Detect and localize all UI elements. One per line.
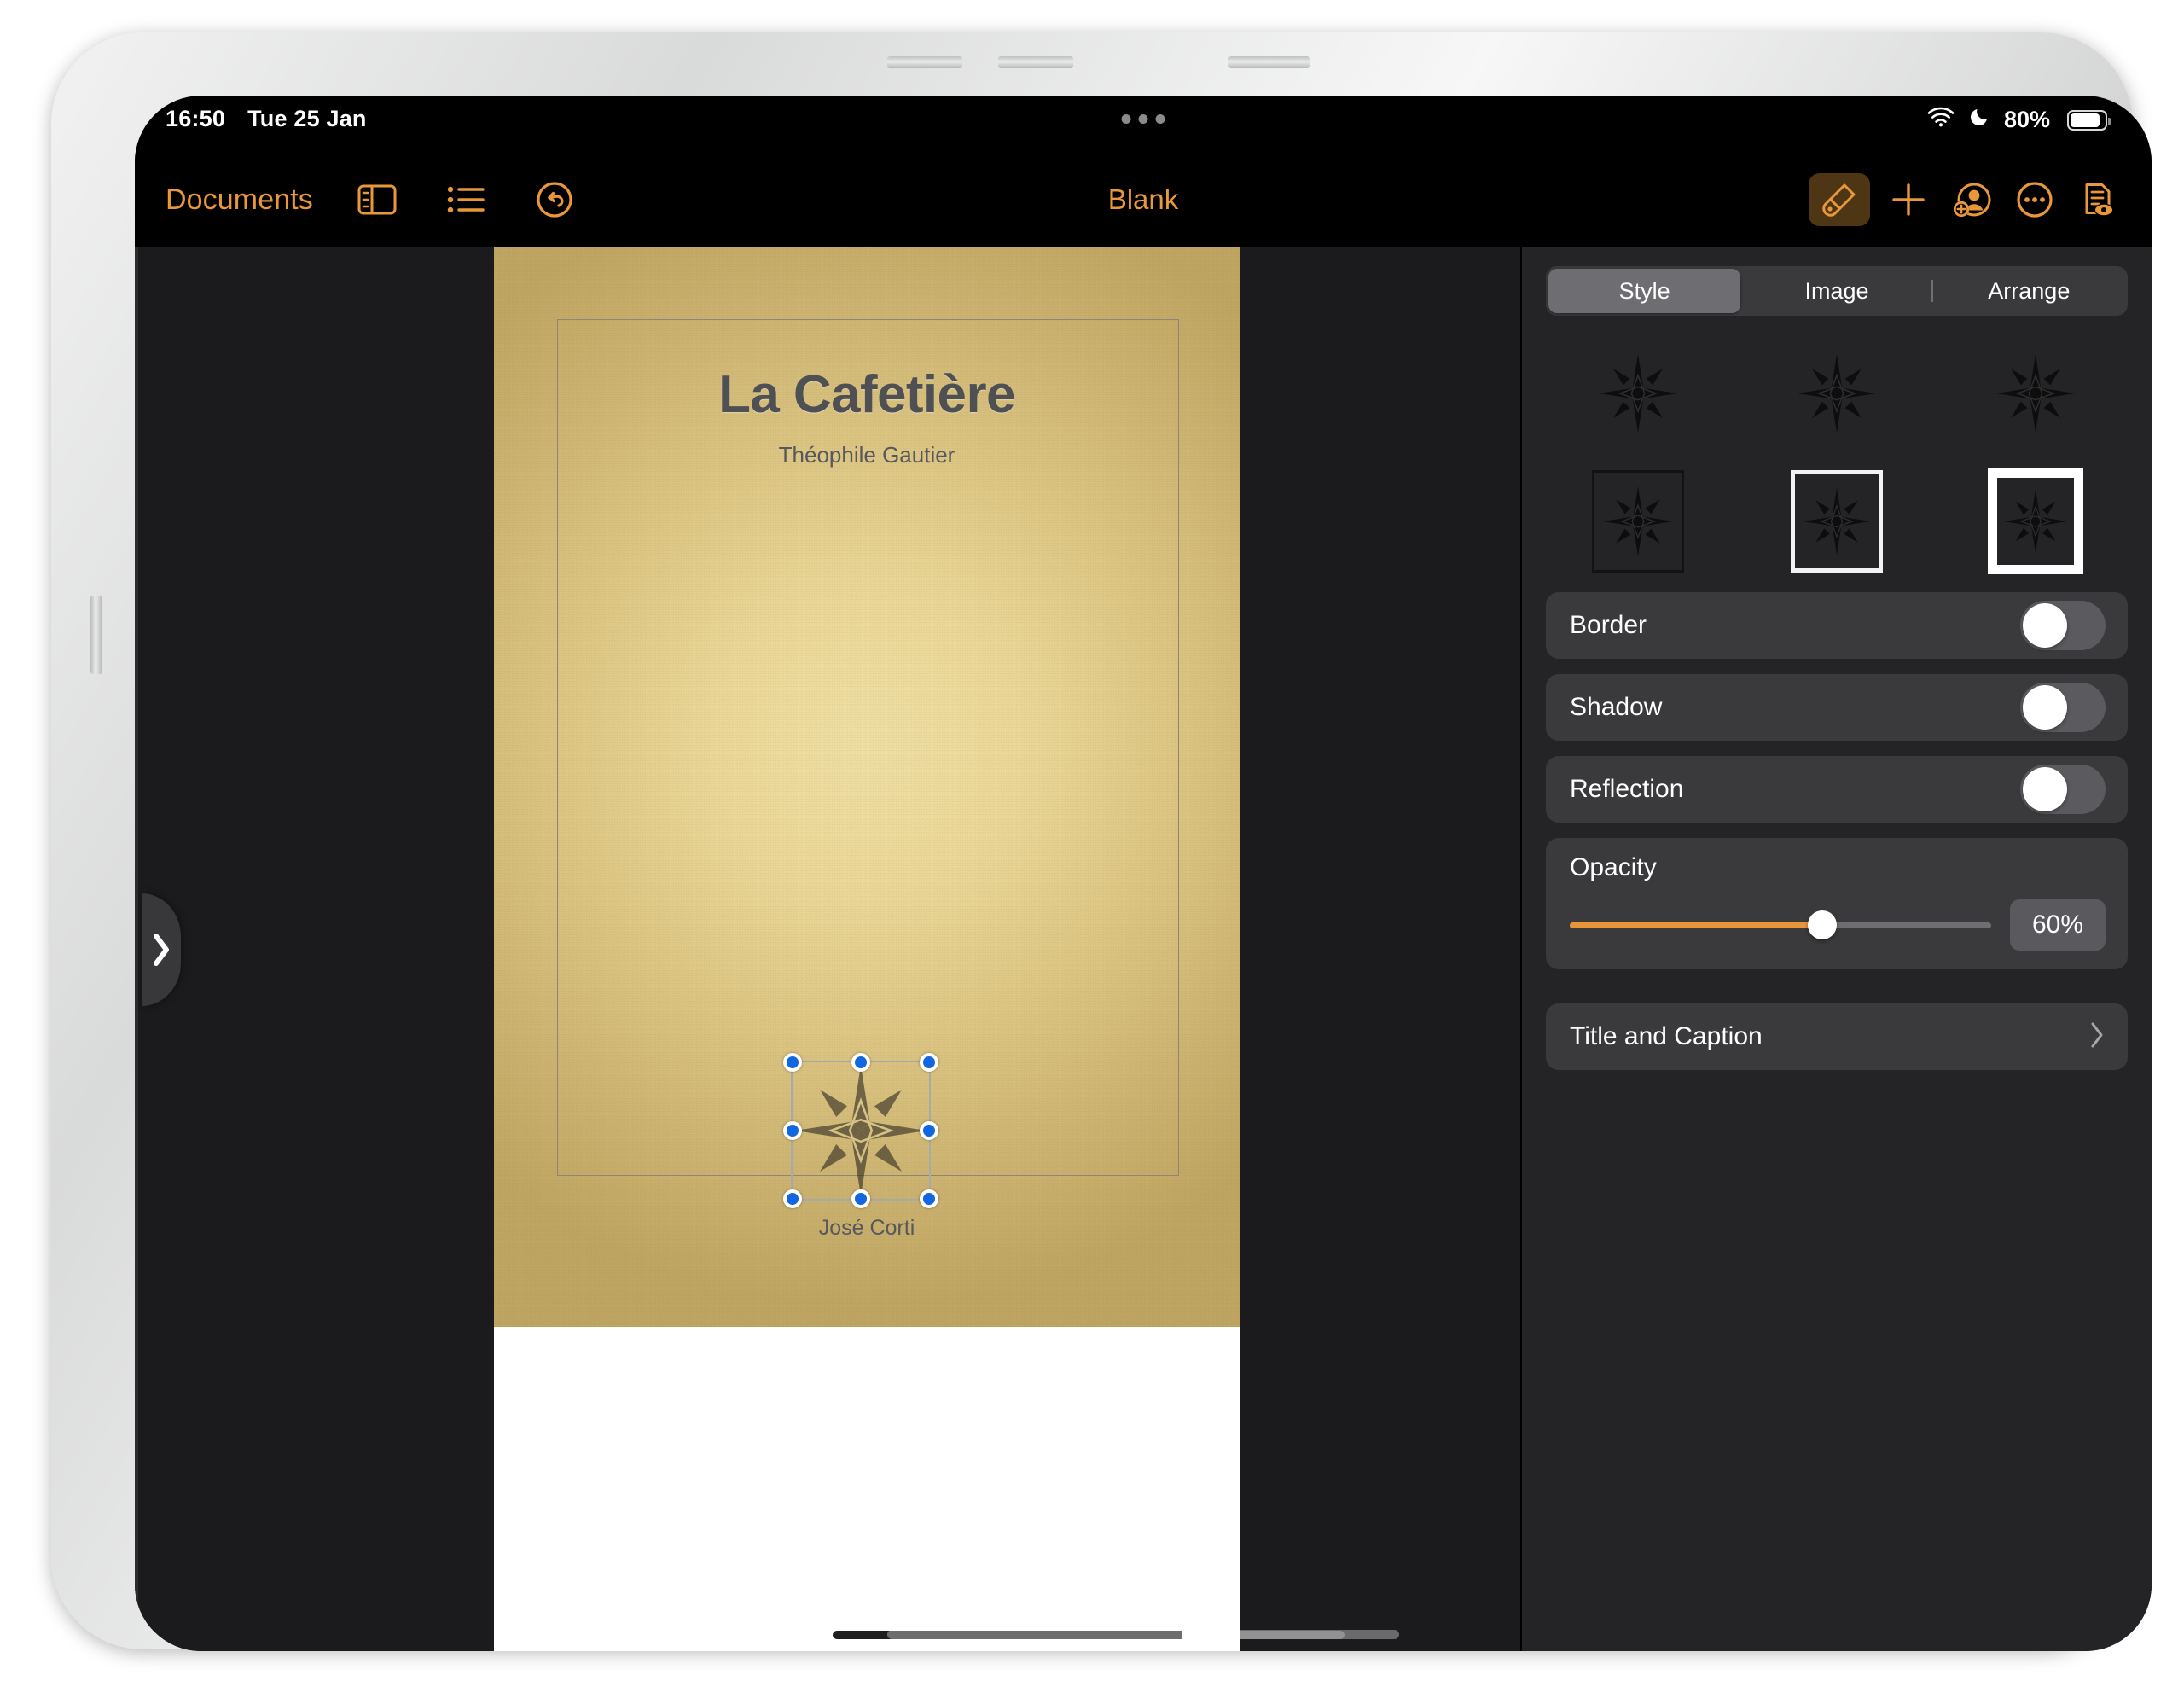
sidebar-reveal-tab[interactable] bbox=[142, 893, 181, 1006]
multitask-handle[interactable] bbox=[1121, 114, 1165, 124]
wifi-icon bbox=[1927, 107, 1955, 133]
ellipsis-circle-icon[interactable] bbox=[2010, 175, 2059, 224]
volume-down-button[interactable] bbox=[998, 56, 1073, 68]
toolbar-left-group: Documents bbox=[166, 152, 579, 247]
reflection-label: Reflection bbox=[1570, 775, 1684, 803]
status-bar: 16:50 Tue 25 Jan 80% bbox=[135, 96, 2152, 152]
image-caption[interactable]: José Corti bbox=[494, 1216, 1240, 1241]
paintbrush-icon[interactable] bbox=[1809, 173, 1870, 226]
tab-arrange[interactable]: Arrange bbox=[1933, 269, 2125, 313]
sidebar-toggle-icon[interactable] bbox=[352, 175, 402, 224]
opacity-value[interactable]: 60% bbox=[2010, 899, 2106, 951]
battery-icon bbox=[2067, 109, 2111, 131]
undo-icon[interactable] bbox=[530, 175, 579, 224]
style-presets-grid bbox=[1546, 338, 2128, 577]
plus-icon[interactable] bbox=[1884, 175, 1933, 224]
border-label: Border bbox=[1570, 611, 1647, 639]
reflection-toggle[interactable] bbox=[2020, 765, 2106, 814]
selection-bounding-box bbox=[783, 1053, 938, 1208]
resize-handle-top-left[interactable] bbox=[783, 1053, 802, 1072]
title-and-caption-row[interactable]: Title and Caption bbox=[1546, 1003, 2128, 1070]
power-button[interactable] bbox=[1228, 56, 1310, 68]
compass-rose-image[interactable] bbox=[783, 1053, 938, 1208]
status-bar-right: 80% bbox=[1927, 107, 2111, 133]
opacity-card: Opacity 60% bbox=[1546, 838, 2128, 969]
document-title[interactable]: Blank bbox=[1108, 152, 1179, 247]
battery-percent-label: 80% bbox=[2003, 107, 2050, 132]
side-button[interactable] bbox=[90, 596, 102, 674]
format-segmented-control: Style Image Arrange bbox=[1546, 266, 2128, 316]
resize-handle-bottom-right[interactable] bbox=[920, 1189, 938, 1208]
tab-image[interactable]: Image bbox=[1740, 269, 1933, 313]
shadow-row[interactable]: Shadow bbox=[1546, 674, 2128, 741]
slider-fill bbox=[1570, 922, 1823, 928]
style-preset-6[interactable] bbox=[1970, 466, 2101, 577]
device-screen: 16:50 Tue 25 Jan 80% Documents Blank La … bbox=[135, 96, 2152, 1651]
volume-up-button[interactable] bbox=[887, 56, 962, 68]
border-toggle[interactable] bbox=[2020, 601, 2106, 650]
style-preset-3[interactable] bbox=[1970, 338, 2101, 449]
style-preset-5[interactable] bbox=[1771, 466, 1902, 577]
document-page-2[interactable] bbox=[494, 1327, 1240, 1651]
moon-crescent-icon bbox=[1969, 107, 1989, 133]
opacity-slider[interactable] bbox=[1570, 910, 1991, 939]
title-and-caption-label: Title and Caption bbox=[1570, 1022, 1763, 1050]
status-time: 16:50 bbox=[166, 106, 226, 131]
app-toolbar: Documents Blank bbox=[135, 152, 2152, 247]
toolbar-right-group bbox=[1809, 152, 2123, 247]
border-row[interactable]: Border bbox=[1546, 592, 2128, 659]
document-page-1[interactable]: La Cafetière Théophile Gautier José Cort… bbox=[494, 247, 1240, 1327]
style-preset-4[interactable] bbox=[1572, 466, 1704, 577]
resize-handle-top-center[interactable] bbox=[851, 1053, 870, 1072]
add-person-icon[interactable] bbox=[1947, 175, 1996, 224]
chevron-right-icon bbox=[150, 930, 172, 969]
resize-handle-top-right[interactable] bbox=[920, 1053, 938, 1072]
document-eye-icon[interactable] bbox=[2073, 175, 2123, 224]
chevron-right-icon bbox=[2088, 1021, 2106, 1054]
home-indicator[interactable] bbox=[887, 1630, 1399, 1639]
slider-knob[interactable] bbox=[1808, 910, 1838, 939]
opacity-label: Opacity bbox=[1570, 853, 1657, 881]
shadow-toggle[interactable] bbox=[2020, 683, 2106, 732]
ipad-device-frame: 16:50 Tue 25 Jan 80% Documents Blank La … bbox=[51, 32, 2152, 1651]
shadow-label: Shadow bbox=[1570, 693, 1663, 721]
resize-handle-bottom-left[interactable] bbox=[783, 1189, 802, 1208]
status-bar-left: 16:50 Tue 25 Jan bbox=[166, 106, 367, 132]
resize-handle-middle-right[interactable] bbox=[920, 1121, 938, 1140]
format-panel: Style Image Arrange Border Shadow Reflec… bbox=[1520, 247, 2152, 1651]
page-title[interactable]: La Cafetière bbox=[494, 364, 1240, 425]
style-preset-2[interactable] bbox=[1771, 338, 1902, 449]
document-canvas[interactable]: La Cafetière Théophile Gautier José Cort… bbox=[138, 247, 1520, 1651]
status-date: Tue 25 Jan bbox=[247, 106, 367, 131]
resize-handle-bottom-center[interactable] bbox=[851, 1189, 870, 1208]
tab-style[interactable]: Style bbox=[1548, 269, 1741, 313]
documents-back-button[interactable]: Documents bbox=[166, 183, 313, 217]
style-preset-1[interactable] bbox=[1572, 338, 1704, 449]
reflection-row[interactable]: Reflection bbox=[1546, 756, 2128, 823]
bulleted-list-icon[interactable] bbox=[441, 175, 491, 224]
app-body: La Cafetière Théophile Gautier José Cort… bbox=[135, 247, 2152, 1651]
page-author[interactable]: Théophile Gautier bbox=[494, 442, 1240, 468]
resize-handle-middle-left[interactable] bbox=[783, 1121, 802, 1140]
